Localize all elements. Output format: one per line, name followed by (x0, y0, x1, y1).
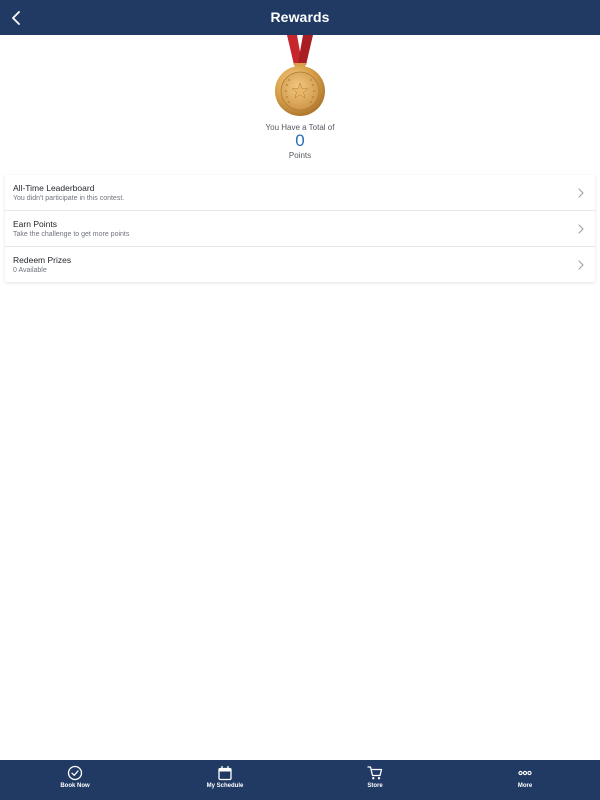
menu-item-title: Redeem Prizes (13, 255, 72, 265)
tab-store[interactable]: Store (300, 760, 450, 800)
gold-medal-icon (275, 35, 325, 116)
points-value: 0 (295, 131, 305, 150)
tab-label: My Schedule (206, 783, 244, 789)
tab-label: Store (367, 783, 383, 789)
menu-item-subtitle: You didn't participate in this contest. (13, 195, 125, 202)
tab-book-now[interactable]: Book Now (0, 760, 150, 800)
tab-label: Book Now (60, 783, 90, 789)
menu-item-title: All-Time Leaderboard (13, 183, 95, 193)
top-navigation-bar: Rewards (0, 0, 600, 35)
menu-item-redeem-prizes[interactable]: Redeem Prizes 0 Available (5, 247, 595, 282)
tab-more[interactable]: More (450, 760, 600, 800)
more-dots-icon (518, 770, 532, 776)
points-label: Points (288, 151, 312, 160)
menu-item-leaderboard[interactable]: All-Time Leaderboard You didn't particip… (5, 175, 595, 211)
tab-my-schedule[interactable]: My Schedule (150, 760, 300, 800)
menu-item-subtitle: 0 Available (13, 267, 47, 274)
rewards-screen: Rewards You Have a Total of 0 Points All… (0, 0, 600, 800)
menu-item-subtitle: Take the challenge to get more points (13, 231, 130, 238)
tab-label: More (517, 783, 533, 789)
check-circle-icon (67, 765, 83, 781)
page-title: Rewards (270, 9, 330, 25)
chevron-right-icon (578, 188, 584, 198)
points-summary: You Have a Total of 0 Points (0, 35, 600, 170)
menu-item-title: Earn Points (13, 219, 57, 229)
bottom-tab-bar: Book Now My Schedule Store More (0, 760, 600, 800)
menu-item-earn-points[interactable]: Earn Points Take the challenge to get mo… (5, 211, 595, 247)
chevron-right-icon (578, 260, 584, 270)
calendar-icon (218, 765, 232, 781)
cart-icon (367, 766, 383, 780)
chevron-right-icon (578, 224, 584, 234)
rewards-menu: All-Time Leaderboard You didn't particip… (5, 175, 595, 282)
